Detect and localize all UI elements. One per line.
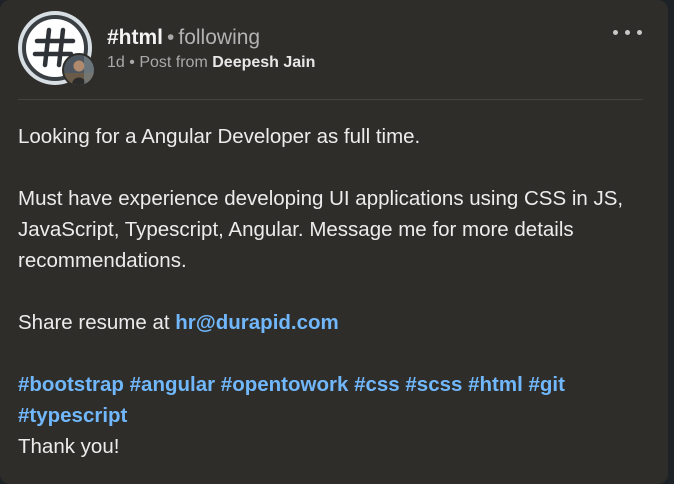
share-line: Share resume at hr@durapid.com [18, 307, 644, 338]
hashtag-link[interactable]: #html [468, 373, 523, 396]
follow-status[interactable]: following [178, 26, 260, 49]
hashtag-link[interactable]: #typescript [18, 404, 127, 427]
hashtag-link[interactable]: #angular [130, 373, 215, 396]
post-card: #html • following 1d • Post from Deepesh J… [0, 0, 668, 484]
post-header: #html • following 1d • Post from Deepesh J… [18, 11, 658, 89]
group-name-link[interactable]: #html [107, 26, 163, 49]
share-prefix: Share resume at [18, 311, 170, 334]
separator-dot: • [129, 54, 135, 71]
header-divider [18, 99, 643, 100]
post-text-paragraph: Must have experience developing UI appli… [18, 187, 624, 272]
hashtag-list: #bootstrap #angular #opentowork #css #sc… [18, 369, 644, 431]
separator-dot: • [167, 26, 175, 49]
author-name-link[interactable]: Deepesh Jain [212, 54, 315, 71]
post-body: Looking for a Angular Developer as full … [18, 121, 644, 462]
more-options-icon[interactable] [611, 23, 655, 45]
hashtag-link[interactable]: #bootstrap [18, 373, 124, 396]
post-source-line: 1d • Post from Deepesh Jain [107, 52, 315, 74]
email-link[interactable]: hr@durapid.com [175, 311, 339, 334]
hashtag-link[interactable]: #css [354, 373, 400, 396]
post-text-line: Looking for a Angular Developer as full … [18, 125, 421, 148]
post-from-label: Post from [139, 54, 208, 71]
author-avatar[interactable] [62, 53, 96, 87]
hashtag-link[interactable]: #scss [405, 373, 462, 396]
hashtag-link[interactable]: #opentowork [221, 373, 349, 396]
person-photo-icon [64, 55, 94, 85]
group-avatar[interactable] [18, 11, 96, 87]
post-meta: #html • following 1d • Post from Deepesh J… [107, 25, 315, 74]
closing-text: Thank you! [18, 435, 120, 458]
hashtag-link[interactable]: #git [529, 373, 565, 396]
group-line: #html • following [107, 25, 315, 51]
post-time: 1d [107, 54, 125, 71]
